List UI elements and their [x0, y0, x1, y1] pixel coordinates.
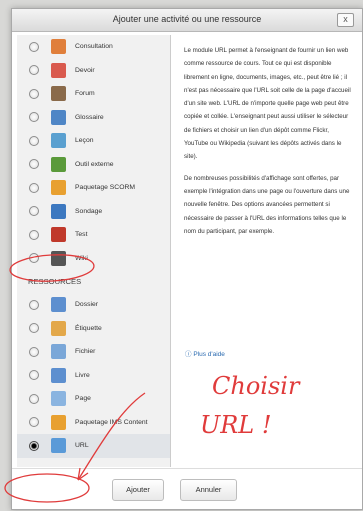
- fichier-icon: [51, 344, 66, 360]
- item-label: Leçon: [75, 137, 94, 145]
- ims-icon: [51, 414, 66, 430]
- module-list: Consultation Devoir Forum Glossaire Leçon Out…: [17, 35, 171, 467]
- item-label: Forum: [75, 90, 95, 98]
- activity-item[interactable]: Paquetage SCORM: [17, 176, 170, 200]
- radio-button[interactable]: [29, 41, 39, 52]
- radio-button[interactable]: [29, 440, 39, 451]
- scorm-icon: [51, 180, 66, 196]
- resource-item[interactable]: Page: [17, 387, 170, 411]
- item-label: Devoir: [75, 66, 95, 74]
- radio-button[interactable]: [29, 346, 39, 357]
- module-description: Le module URL permet à l'enseignant de f…: [184, 44, 354, 246]
- activities-list: Consultation Devoir Forum Glossaire Leçon Out…: [17, 35, 170, 270]
- radio-button[interactable]: [29, 323, 39, 334]
- resources-list: Dossier Étiquette Fichier Livre Page Paquetag…: [17, 293, 170, 458]
- resource-item[interactable]: Fichier: [17, 340, 170, 364]
- resource-item[interactable]: Dossier: [17, 293, 170, 317]
- lecon-icon: [51, 133, 66, 149]
- dialog-title: Ajouter une activité ou une ressource: [112, 14, 262, 24]
- item-label: Sondage: [75, 207, 103, 215]
- radio-button[interactable]: [29, 370, 39, 381]
- resource-item[interactable]: Étiquette: [17, 317, 170, 341]
- outil-externe-icon: [51, 156, 66, 172]
- item-label: Livre: [75, 371, 90, 379]
- radio-button[interactable]: [29, 229, 39, 240]
- item-label: Fichier: [75, 348, 96, 356]
- page-icon: [51, 391, 66, 407]
- url-icon: [51, 438, 66, 454]
- sondage-icon: [51, 203, 66, 219]
- radio-button[interactable]: [29, 417, 39, 428]
- radio-button[interactable]: [29, 112, 39, 123]
- activity-item[interactable]: Sondage: [17, 200, 170, 224]
- description-paragraph-2: De nombreuses possibilités d'affichage s…: [184, 174, 350, 235]
- etiquette-icon: [51, 320, 66, 336]
- radio-button[interactable]: [29, 88, 39, 99]
- dialog-titlebar: Ajouter une activité ou une ressource x: [12, 9, 362, 32]
- glossaire-icon: [51, 109, 66, 125]
- dossier-icon: [51, 297, 66, 313]
- activity-item[interactable]: Wiki: [17, 247, 170, 271]
- livre-icon: [51, 367, 66, 383]
- consultation-icon: [51, 39, 66, 55]
- resource-item[interactable]: Paquetage IMS Content: [17, 411, 170, 435]
- radio-button[interactable]: [29, 182, 39, 193]
- activity-item[interactable]: Leçon: [17, 129, 170, 153]
- close-button[interactable]: x: [337, 13, 354, 27]
- wiki-icon: [51, 250, 66, 266]
- item-label: Consultation: [75, 43, 113, 51]
- activity-item[interactable]: Glossaire: [17, 106, 170, 130]
- item-label: Glossaire: [75, 113, 104, 121]
- activity-item[interactable]: Test: [17, 223, 170, 247]
- radio-button[interactable]: [29, 253, 39, 264]
- item-label: Test: [75, 231, 88, 239]
- radio-button[interactable]: [29, 65, 39, 76]
- cancel-button[interactable]: Annuler: [180, 479, 237, 501]
- item-label: Étiquette: [75, 324, 102, 332]
- help-link-label: Plus d'aide: [193, 351, 225, 358]
- radio-button[interactable]: [29, 299, 39, 310]
- activity-item[interactable]: Consultation: [17, 35, 170, 59]
- description-panel: Le module URL permet à l'enseignant de f…: [175, 35, 360, 467]
- add-activity-dialog: Ajouter une activité ou une ressource x …: [11, 8, 363, 510]
- dialog-footer: Ajouter Annuler: [12, 468, 362, 509]
- item-label: URL: [75, 442, 89, 450]
- help-link[interactable]: ⓘ Plus d'aide: [185, 348, 225, 358]
- forum-icon: [51, 86, 66, 102]
- test-icon: [51, 227, 66, 243]
- activity-item[interactable]: Outil externe: [17, 153, 170, 177]
- activity-item[interactable]: Devoir: [17, 59, 170, 83]
- radio-button[interactable]: [29, 206, 39, 217]
- resource-item[interactable]: Livre: [17, 364, 170, 388]
- add-button[interactable]: Ajouter: [112, 479, 164, 501]
- radio-button[interactable]: [29, 135, 39, 146]
- resource-item[interactable]: URL: [17, 434, 170, 458]
- resources-heading: RESSOURCES: [28, 277, 82, 286]
- activity-item[interactable]: Forum: [17, 82, 170, 106]
- item-label: Page: [75, 395, 91, 403]
- radio-button[interactable]: [29, 159, 39, 170]
- radio-button[interactable]: [29, 393, 39, 404]
- item-label: Outil externe: [75, 160, 114, 168]
- devoir-icon: [51, 62, 66, 78]
- item-label: Wiki: [75, 254, 88, 262]
- description-paragraph-1: Le module URL permet à l'enseignant de f…: [184, 47, 351, 161]
- item-label: Dossier: [75, 301, 99, 309]
- item-label: Paquetage IMS Content: [75, 418, 148, 426]
- item-label: Paquetage SCORM: [75, 184, 136, 192]
